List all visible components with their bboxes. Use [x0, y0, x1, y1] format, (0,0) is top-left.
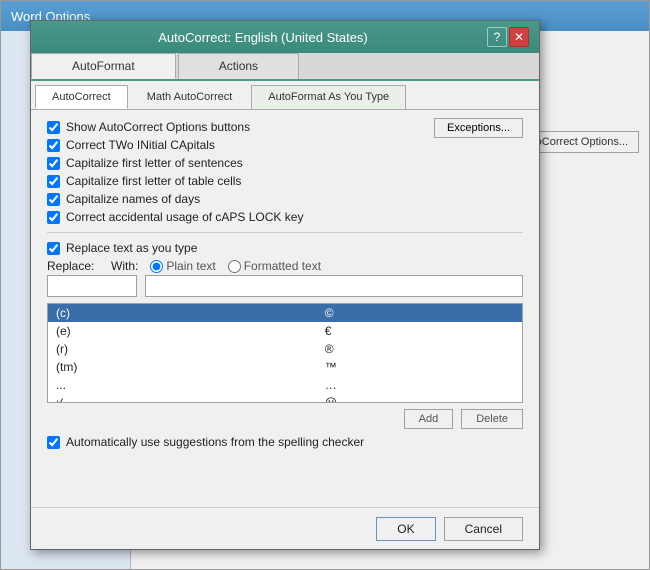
first-letter-table-checkbox[interactable]	[47, 175, 60, 188]
first-letter-sentences-label: Capitalize first letter of sentences	[66, 156, 243, 170]
show-autocorrect-label: Show AutoCorrect Options buttons	[66, 120, 250, 134]
autocorrect-table: (c)©(e)€(r)®(tm)™...…:(☹	[48, 304, 522, 403]
caps-lock-label: Correct accidental usage of cAPS LOCK ke…	[66, 210, 303, 224]
dialog-footer: OK Cancel	[31, 507, 539, 549]
divider-1	[47, 232, 523, 233]
autocorrect-table-wrapper[interactable]: (c)©(e)€(r)®(tm)™...…:(☹	[47, 303, 523, 403]
spelling-label: Automatically use suggestions from the s…	[66, 435, 364, 449]
checkbox-replace-text: Replace text as you type	[47, 241, 523, 255]
replace-section: Replace text as you type Replace: With: …	[47, 241, 523, 297]
table-row[interactable]: ...…	[48, 376, 522, 394]
checkbox-caps-lock: Correct accidental usage of cAPS LOCK ke…	[47, 210, 523, 224]
help-button[interactable]: ?	[487, 27, 507, 47]
with-input[interactable]	[145, 275, 523, 297]
show-autocorrect-checkbox[interactable]	[47, 121, 60, 134]
table-cell-value: ™	[317, 358, 522, 376]
tab-autocorrect[interactable]: AutoCorrect	[35, 85, 128, 109]
table-cell-value: €	[317, 322, 522, 340]
radio-group: Plain text Formatted text	[150, 259, 321, 273]
replace-input[interactable]	[47, 275, 137, 297]
table-row[interactable]: (r)®	[48, 340, 522, 358]
table-cell-key: (e)	[48, 322, 317, 340]
checkbox-first-letter-sentences: Capitalize first letter of sentences	[47, 156, 523, 170]
cancel-button[interactable]: Cancel	[444, 517, 523, 541]
table-cell-value: ☹	[317, 394, 522, 403]
table-cell-value: ®	[317, 340, 522, 358]
exceptions-button[interactable]: Exceptions...	[434, 118, 523, 138]
table-row[interactable]: (e)€	[48, 322, 522, 340]
delete-button[interactable]: Delete	[461, 409, 523, 429]
spelling-checkbox[interactable]	[47, 436, 60, 449]
plain-text-radio-label: Plain text	[166, 259, 215, 273]
replace-text-label: Replace text as you type	[66, 241, 197, 255]
outer-tab-bar: AutoFormat Actions	[31, 53, 539, 81]
table-cell-key: (r)	[48, 340, 317, 358]
spelling-checkbox-row: Automatically use suggestions from the s…	[47, 435, 523, 449]
checkbox-show-autocorrect: Show AutoCorrect Options buttons	[47, 120, 434, 134]
table-row[interactable]: (tm)™	[48, 358, 522, 376]
checkbox-two-initial: Correct TWo INitial CApitals	[47, 138, 523, 152]
dialog-titlebar: AutoCorrect: English (United States) ? ✕	[31, 21, 539, 53]
capitalize-days-checkbox[interactable]	[47, 193, 60, 206]
close-button[interactable]: ✕	[509, 27, 529, 47]
table-row[interactable]: (c)©	[48, 304, 522, 322]
table-row[interactable]: :(☹	[48, 394, 522, 403]
first-letter-table-label: Capitalize first letter of table cells	[66, 174, 241, 188]
two-initial-label: Correct TWo INitial CApitals	[66, 138, 215, 152]
plain-text-radio[interactable]	[150, 260, 163, 273]
first-letter-sentences-checkbox[interactable]	[47, 157, 60, 170]
two-initial-checkbox[interactable]	[47, 139, 60, 152]
table-cell-value: …	[317, 376, 522, 394]
caps-lock-checkbox[interactable]	[47, 211, 60, 224]
formatted-text-radio-label: Formatted text	[244, 259, 321, 273]
with-label: With:	[111, 259, 138, 273]
table-cell-key: (tm)	[48, 358, 317, 376]
inner-tab-bar: AutoCorrect Math AutoCorrect AutoFormat …	[31, 81, 539, 110]
dialog-title: AutoCorrect: English (United States)	[41, 30, 485, 45]
radio-plain-text: Plain text	[150, 259, 215, 273]
table-cell-key: :(	[48, 394, 317, 403]
formatted-text-radio[interactable]	[228, 260, 241, 273]
add-button[interactable]: Add	[404, 409, 454, 429]
checkbox-capitalize-days: Capitalize names of days	[47, 192, 523, 206]
dialog-content: Exceptions... Show AutoCorrect Options b…	[31, 110, 539, 459]
ok-button[interactable]: OK	[376, 517, 435, 541]
replace-inputs	[47, 275, 523, 297]
tab-autoformat-as-you-type[interactable]: AutoFormat As You Type	[251, 85, 406, 109]
radio-formatted-text: Formatted text	[228, 259, 321, 273]
tab-autoformat[interactable]: AutoFormat	[31, 53, 176, 79]
table-cell-key: ...	[48, 376, 317, 394]
autocorrect-dialog: AutoCorrect: English (United States) ? ✕…	[30, 20, 540, 550]
table-cell-value: ©	[317, 304, 522, 322]
table-cell-key: (c)	[48, 304, 317, 322]
checkbox-first-letter-table: Capitalize first letter of table cells	[47, 174, 523, 188]
tab-actions[interactable]: Actions	[178, 53, 299, 79]
replace-label: Replace:	[47, 259, 103, 273]
replace-text-checkbox[interactable]	[47, 242, 60, 255]
table-buttons: Add Delete	[47, 409, 523, 429]
capitalize-days-label: Capitalize names of days	[66, 192, 200, 206]
tab-math-autocorrect[interactable]: Math AutoCorrect	[130, 85, 250, 109]
